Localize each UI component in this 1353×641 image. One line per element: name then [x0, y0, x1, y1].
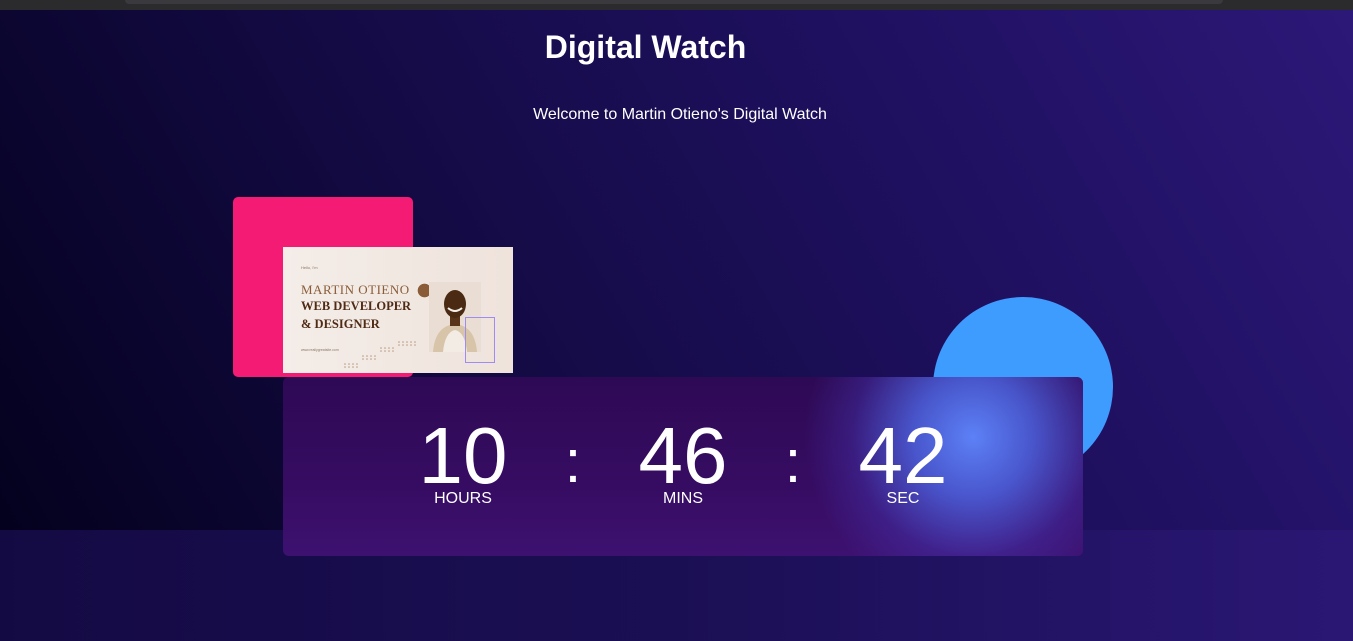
minutes-unit: 46 MINS [603, 410, 763, 508]
clock-panel: 10 HOURS : 46 MINS : 42 SEC [283, 377, 1083, 556]
hours-unit: 10 HOURS [383, 410, 543, 508]
seconds-unit: 42 SEC [823, 410, 983, 508]
minutes-value: 46 [638, 411, 728, 500]
seconds-label: SEC [886, 490, 920, 507]
page-subtitle: Welcome to Martin Otieno's Digital Watch [533, 106, 827, 123]
profile-banner-image: Hello, I'm MARTIN OTIENO WEB DEVELOPER &… [283, 247, 513, 373]
separator-hours-minutes: : [564, 428, 582, 495]
hours-label: HOURS [434, 490, 492, 507]
page-title: Digital Watch [544, 29, 747, 65]
browser-tab-strip [125, 0, 1223, 4]
seconds-value: 42 [858, 411, 948, 500]
hours-value: 10 [418, 411, 508, 500]
minutes-label: MINS [663, 490, 703, 507]
banner-greeting: Hello, I'm [301, 265, 318, 270]
banner-role-line1: WEB DEVELOPER [301, 299, 412, 313]
banner-role-line2: & DESIGNER [301, 317, 380, 331]
dotted-stairs-decoration [344, 341, 416, 368]
browser-top-bar [0, 0, 1353, 10]
banner-name: MARTIN OTIENO [301, 282, 410, 297]
photo-frame-outline [465, 317, 495, 363]
banner-url: www.reallygreatsite.com [301, 348, 339, 352]
separator-minutes-seconds: : [784, 428, 802, 495]
